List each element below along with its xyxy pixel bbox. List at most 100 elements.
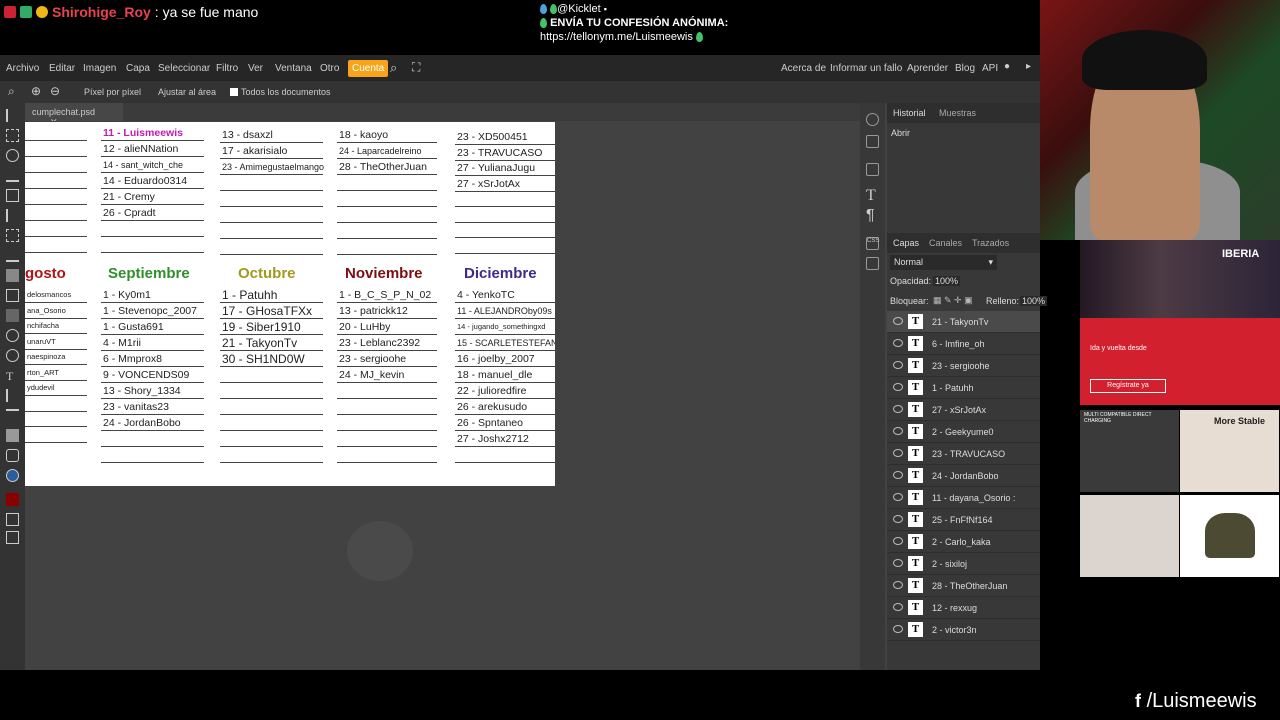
twitter-icon[interactable]: ▸ (1026, 61, 1031, 72)
layer-row[interactable]: T 25 - FnFfNf164 (887, 509, 1040, 531)
layer-row[interactable]: T 2 - sixiloj (887, 553, 1040, 575)
menu-editar[interactable]: Editar (49, 63, 75, 74)
ad-iberia[interactable]: IBERIA Ida y vuelta desde Regístrate ya (1080, 240, 1280, 405)
dodge-tool-icon[interactable] (6, 349, 19, 362)
image-panel-icon[interactable] (866, 257, 879, 270)
eye-icon[interactable] (893, 625, 903, 633)
tab-historial[interactable]: Historial (893, 108, 926, 118)
eye-icon[interactable] (893, 581, 903, 589)
brush-tool-icon[interactable] (6, 249, 19, 262)
zoom-in-icon[interactable]: ⊕ (31, 84, 41, 98)
info-icon[interactable] (866, 113, 879, 126)
layer-row[interactable]: T 2 - victor3n (887, 619, 1040, 641)
marquee-tool-icon[interactable] (6, 129, 19, 142)
eye-icon[interactable] (893, 471, 903, 479)
ad-product-hat[interactable] (1180, 495, 1279, 577)
eraser-tool-icon[interactable] (6, 289, 19, 302)
document-tab[interactable]: cumplechat.psd ✕ (25, 103, 123, 127)
eye-icon[interactable] (893, 383, 903, 391)
character-icon[interactable]: T (866, 187, 879, 204)
layer-row[interactable]: T 27 - xSrJotAx (887, 399, 1040, 421)
layer-row[interactable]: T 23 - TRAVUCASO (887, 443, 1040, 465)
layer-row[interactable]: T 21 - TakyonTv (887, 311, 1040, 333)
menu-otro[interactable]: Otro (320, 63, 339, 74)
shape-tool-icon[interactable] (6, 429, 19, 442)
pen-tool-icon[interactable] (6, 389, 19, 402)
menu-fallo[interactable]: Informar un fallo (830, 63, 902, 74)
zoom-out-icon[interactable]: ⊖ (50, 84, 60, 98)
layer-row[interactable]: T 2 - Geekyume0 (887, 421, 1040, 443)
lasso-tool-icon[interactable] (6, 149, 19, 162)
menu-aprender[interactable]: Aprender (907, 63, 948, 74)
eye-icon[interactable] (893, 449, 903, 457)
menu-imagen[interactable]: Imagen (83, 63, 116, 74)
zoom-icon[interactable]: ⌕ (8, 84, 15, 99)
tab-canales[interactable]: Canales (929, 238, 962, 248)
eyedropper-icon[interactable] (6, 209, 19, 222)
layer-row[interactable]: T 6 - Imfine_oh (887, 333, 1040, 355)
menu-archivo[interactable]: Archivo (6, 63, 39, 74)
tab-muestras[interactable]: Muestras (939, 108, 976, 118)
menu-cuenta[interactable]: Cuenta (348, 60, 389, 77)
ad-product-charger[interactable]: MULTI COMPATIBLE DIRECT CHARGING (1080, 410, 1179, 492)
reddit-icon[interactable]: ● (1004, 61, 1010, 72)
pixel-button[interactable]: Píxel por píxel (84, 87, 141, 97)
menu-filtro[interactable]: Filtro (216, 63, 238, 74)
blend-mode-select[interactable]: Normal ▾ (890, 255, 997, 270)
fit-button[interactable]: Ajustar al área (158, 87, 216, 97)
fullscreen-icon[interactable]: ⛶ (412, 60, 420, 75)
foreground-color-swatch[interactable] (6, 493, 19, 506)
magic-wand-icon[interactable] (6, 169, 19, 182)
eye-icon[interactable] (893, 515, 903, 523)
layer-row[interactable]: T 23 - sergioohe (887, 355, 1040, 377)
zoom-tool-icon[interactable] (6, 469, 19, 482)
layer-row[interactable]: T 2 - Carlo_kaka (887, 531, 1040, 553)
ad-register-button[interactable]: Regístrate ya (1090, 379, 1166, 393)
tab-trazados[interactable]: Trazados (972, 238, 1009, 248)
layer-row[interactable]: T 11 - dayana_Osorio : (887, 487, 1040, 509)
brush-panel-icon[interactable] (866, 163, 879, 176)
move-tool-icon[interactable] (6, 109, 19, 122)
canvas-area[interactable]: 11 - Luismeewis 12 - alieNNation 14 - sant… (25, 121, 860, 670)
properties-icon[interactable] (866, 135, 879, 148)
ad-product-lamp[interactable] (1080, 495, 1179, 577)
lock-icons[interactable]: ▦ ✎ ✛ ▣ (933, 295, 973, 306)
crop-tool-icon[interactable] (6, 189, 19, 202)
eye-icon[interactable] (893, 405, 903, 413)
eye-icon[interactable] (893, 537, 903, 545)
menu-capa[interactable]: Capa (126, 63, 150, 74)
all-docs-checkbox[interactable] (230, 88, 238, 96)
menu-api[interactable]: API (982, 63, 998, 74)
menu-ventana[interactable]: Ventana (275, 63, 312, 74)
eye-icon[interactable] (893, 559, 903, 567)
eye-icon[interactable] (893, 427, 903, 435)
type-tool-icon[interactable]: T (6, 369, 19, 383)
search-icon[interactable]: ⌕ (390, 60, 397, 76)
menu-blog[interactable]: Blog (955, 63, 975, 74)
fill-tool-icon[interactable] (6, 309, 19, 322)
document-canvas[interactable]: 11 - Luismeewis 12 - alieNNation 14 - sant… (25, 122, 555, 486)
fill-input[interactable]: 100% (1020, 296, 1048, 306)
hand-tool-icon[interactable] (6, 449, 19, 462)
layer-row[interactable]: T 12 - rexxug (887, 597, 1040, 619)
heal-tool-icon[interactable] (6, 229, 19, 242)
layer-row[interactable]: T 24 - JordanBobo (887, 465, 1040, 487)
layer-row[interactable]: T 28 - TheOtherJuan (887, 575, 1040, 597)
quick-mask-icon[interactable] (6, 513, 19, 526)
clone-tool-icon[interactable] (6, 269, 19, 282)
path-select-icon[interactable] (6, 409, 19, 422)
tab-capas[interactable]: Capas (893, 238, 919, 248)
eye-icon[interactable] (893, 361, 903, 369)
menu-ver[interactable]: Ver (248, 63, 263, 74)
paragraph-icon[interactable]: ¶ (866, 207, 879, 224)
layer-row[interactable]: T 1 - Patuhh (887, 377, 1040, 399)
screen-mode-icon[interactable] (6, 531, 19, 544)
eye-icon[interactable] (893, 339, 903, 347)
blur-tool-icon[interactable] (6, 329, 19, 342)
menu-acerca[interactable]: Acerca de (781, 63, 826, 74)
eye-icon[interactable] (893, 493, 903, 501)
eye-icon[interactable] (893, 317, 903, 325)
css-icon[interactable]: CSS (866, 237, 879, 250)
menu-seleccionar[interactable]: Seleccionar (158, 63, 210, 74)
history-item[interactable]: Abrir (891, 128, 910, 138)
